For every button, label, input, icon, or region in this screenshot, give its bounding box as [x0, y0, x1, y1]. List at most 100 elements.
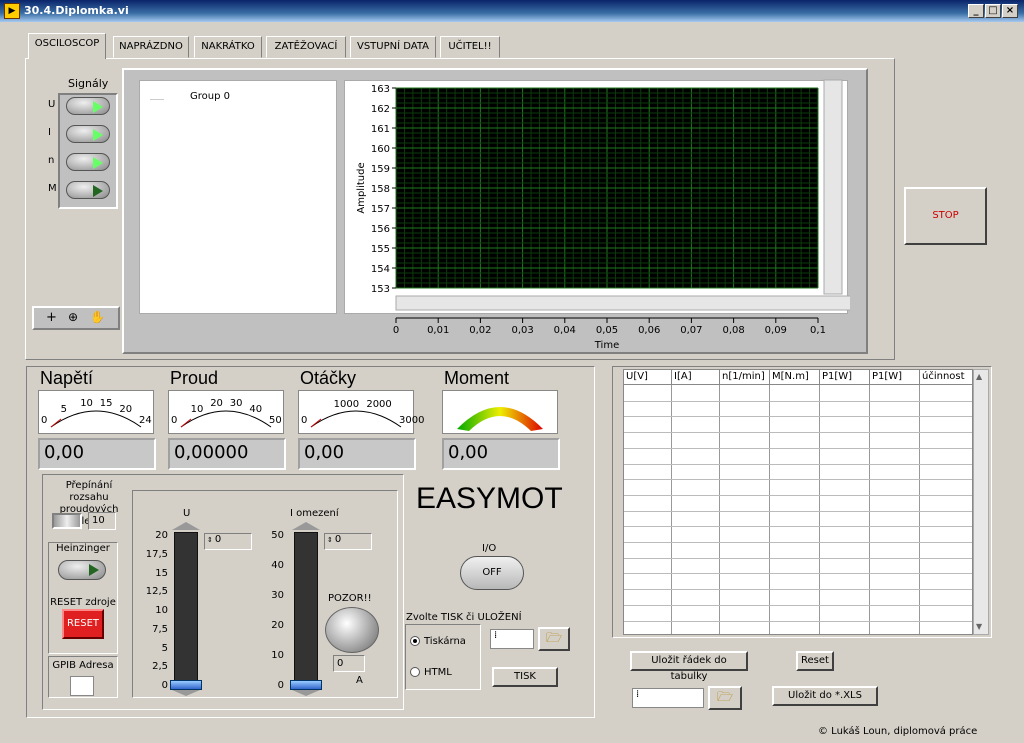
y-tick-label: 160 — [371, 144, 390, 155]
table-row[interactable] — [624, 479, 972, 481]
table-row[interactable] — [624, 510, 972, 512]
legend-group[interactable]: Group 0 — [190, 91, 230, 102]
table-row[interactable] — [624, 526, 972, 528]
table-header[interactable]: I[A] — [672, 370, 720, 385]
gauge-needle — [310, 418, 322, 428]
chart-svg[interactable]: 163 162 161 160 159 158 157 156 155 154 153 Amplitu… — [344, 78, 850, 356]
table-header[interactable]: P1[W] — [870, 370, 920, 385]
footer-credit: © Lukáš Loun, diplomová práce — [818, 726, 978, 737]
legend-box: Group 0 — [139, 80, 337, 314]
table-row[interactable] — [624, 573, 972, 575]
table-reset-button[interactable]: Reset — [796, 651, 834, 671]
meter-gauge-0: 0 5 10 15 20 24 — [38, 390, 154, 434]
slider_u-numeric[interactable]: ⇕ 0 — [204, 533, 252, 550]
y-tick-label: 156 — [371, 224, 390, 235]
signal-toggle-n[interactable] — [66, 153, 110, 171]
slider_i-tick-label: 10 — [271, 650, 284, 661]
warning-knob[interactable] — [325, 607, 379, 653]
increment-icon[interactable]: ⇕ — [207, 536, 213, 544]
xls-browse-button[interactable]: 🗁 — [708, 686, 742, 710]
scroll-up-icon[interactable]: ▲ — [976, 372, 982, 381]
table-row[interactable] — [624, 604, 972, 606]
increment-icon[interactable]: ⇕ — [327, 536, 333, 544]
x-tick-label: 0,04 — [554, 325, 576, 336]
heinzinger-label: Heinzinger — [56, 543, 110, 554]
slider_u-thumb[interactable] — [170, 680, 202, 690]
slider_i-numeric-value: 0 — [334, 534, 342, 545]
table-header[interactable]: U[V] — [624, 370, 672, 385]
close-button[interactable]: × — [1002, 4, 1018, 18]
heinzinger-toggle[interactable] — [58, 560, 106, 580]
gauge-scale-label: 50 — [269, 415, 282, 426]
print-button[interactable]: TISK — [492, 667, 558, 687]
table-row[interactable] — [624, 463, 972, 465]
table-header[interactable]: n[1/min] — [720, 370, 770, 385]
table-row[interactable] — [624, 447, 972, 449]
table-row[interactable] — [624, 400, 972, 402]
title-bar: ▶ 30.4.Diplomka.vi _ □ × — [0, 0, 1024, 22]
gauge-arc — [310, 410, 402, 428]
h-scrollbar[interactable] — [395, 295, 850, 311]
range-switch[interactable] — [52, 513, 82, 529]
table-header[interactable]: P1[W] — [820, 370, 870, 385]
table-row[interactable] — [624, 542, 972, 543]
table-header[interactable]: účinnost — [920, 370, 972, 385]
table-row[interactable] — [624, 416, 972, 418]
crosshair-icon[interactable]: + — [46, 310, 57, 325]
reset-source-button[interactable]: RESET — [62, 609, 104, 639]
tab-zatezovaci[interactable]: ZATĚŽOVACÍ — [266, 36, 346, 58]
table-header[interactable]: M[N.m] — [770, 370, 820, 385]
tab-ucitel[interactable]: UČITEL!! — [440, 36, 500, 58]
radio-html[interactable] — [410, 667, 420, 677]
radio-printer[interactable] — [410, 636, 420, 646]
browse-folder-button[interactable]: 🗁 — [538, 627, 570, 651]
folder-icon: 🗁 — [545, 631, 563, 646]
tab-vstupni-data[interactable]: VSTUPNÍ DATA — [350, 36, 436, 58]
signal-toggle-M[interactable] — [66, 181, 110, 199]
maximize-button[interactable]: □ — [985, 4, 1001, 18]
meter-value-2: 0,00 — [298, 438, 416, 470]
scroll-down-icon[interactable]: ▼ — [976, 622, 982, 631]
tab-naprazdno[interactable]: NAPRÁZDNO — [113, 36, 189, 58]
gpib-input[interactable] — [70, 676, 94, 696]
hand-icon[interactable]: ✋ — [90, 310, 105, 324]
table-scrollbar[interactable]: ▲ ▼ — [973, 369, 989, 635]
data-table[interactable]: U[V] I[A] n[1/min] M[N.m] P1[W] P1[W] účinnost — [623, 369, 973, 635]
range-value: 10 — [88, 512, 116, 530]
signal-toggle-I[interactable] — [66, 125, 110, 143]
tab-osciloscop[interactable]: OSCILOSCOP — [28, 33, 106, 59]
slider_u-track[interactable] — [174, 532, 198, 686]
gauge-dial — [180, 410, 272, 428]
io-off-button[interactable]: OFF — [460, 556, 524, 590]
minimize-button[interactable]: _ — [968, 4, 984, 18]
slider_i-numeric[interactable]: ⇕ 0 — [324, 533, 372, 550]
gauge-scale-label: 20 — [119, 404, 133, 416]
tab-nakratko[interactable]: NAKRÁTKO — [194, 36, 262, 58]
gauge-scale-label: 40 — [249, 404, 263, 416]
v-scrollbar[interactable] — [823, 79, 843, 295]
slider_i-label: I omezení — [290, 508, 339, 519]
table-row[interactable] — [624, 557, 972, 559]
print-path-input[interactable]: ⁞ — [490, 629, 534, 649]
table-row[interactable] — [624, 432, 972, 434]
save-xls-button[interactable]: Uložit do *.XLS — [772, 686, 878, 706]
gauge-scale-label: 10 — [190, 404, 204, 416]
table-row[interactable] — [624, 589, 972, 591]
slider_i-thumb[interactable] — [290, 680, 322, 690]
stop-button[interactable]: STOP — [904, 187, 987, 245]
warning-label: POZOR!! — [328, 593, 372, 604]
gauge-needle — [180, 418, 192, 428]
slider_i-top-arrow — [292, 522, 320, 530]
xls-path-input[interactable]: ⁞ — [632, 688, 704, 708]
zoom-icon[interactable]: ⊕ — [68, 310, 78, 324]
save-row-button[interactable]: Uložit řádek do tabulky — [630, 651, 748, 682]
y-tick-label: 163 — [371, 84, 390, 95]
x-tick-label: 0,05 — [596, 325, 618, 336]
moment-gauge-dial — [457, 407, 543, 431]
table-row[interactable] — [624, 620, 972, 622]
signal-toggle-U[interactable] — [66, 97, 110, 115]
x-tick-label: 0,09 — [765, 325, 787, 336]
slider_u-tick-label: 0 — [161, 680, 168, 691]
table-row[interactable] — [624, 494, 972, 496]
slider_i-track[interactable] — [294, 532, 318, 686]
